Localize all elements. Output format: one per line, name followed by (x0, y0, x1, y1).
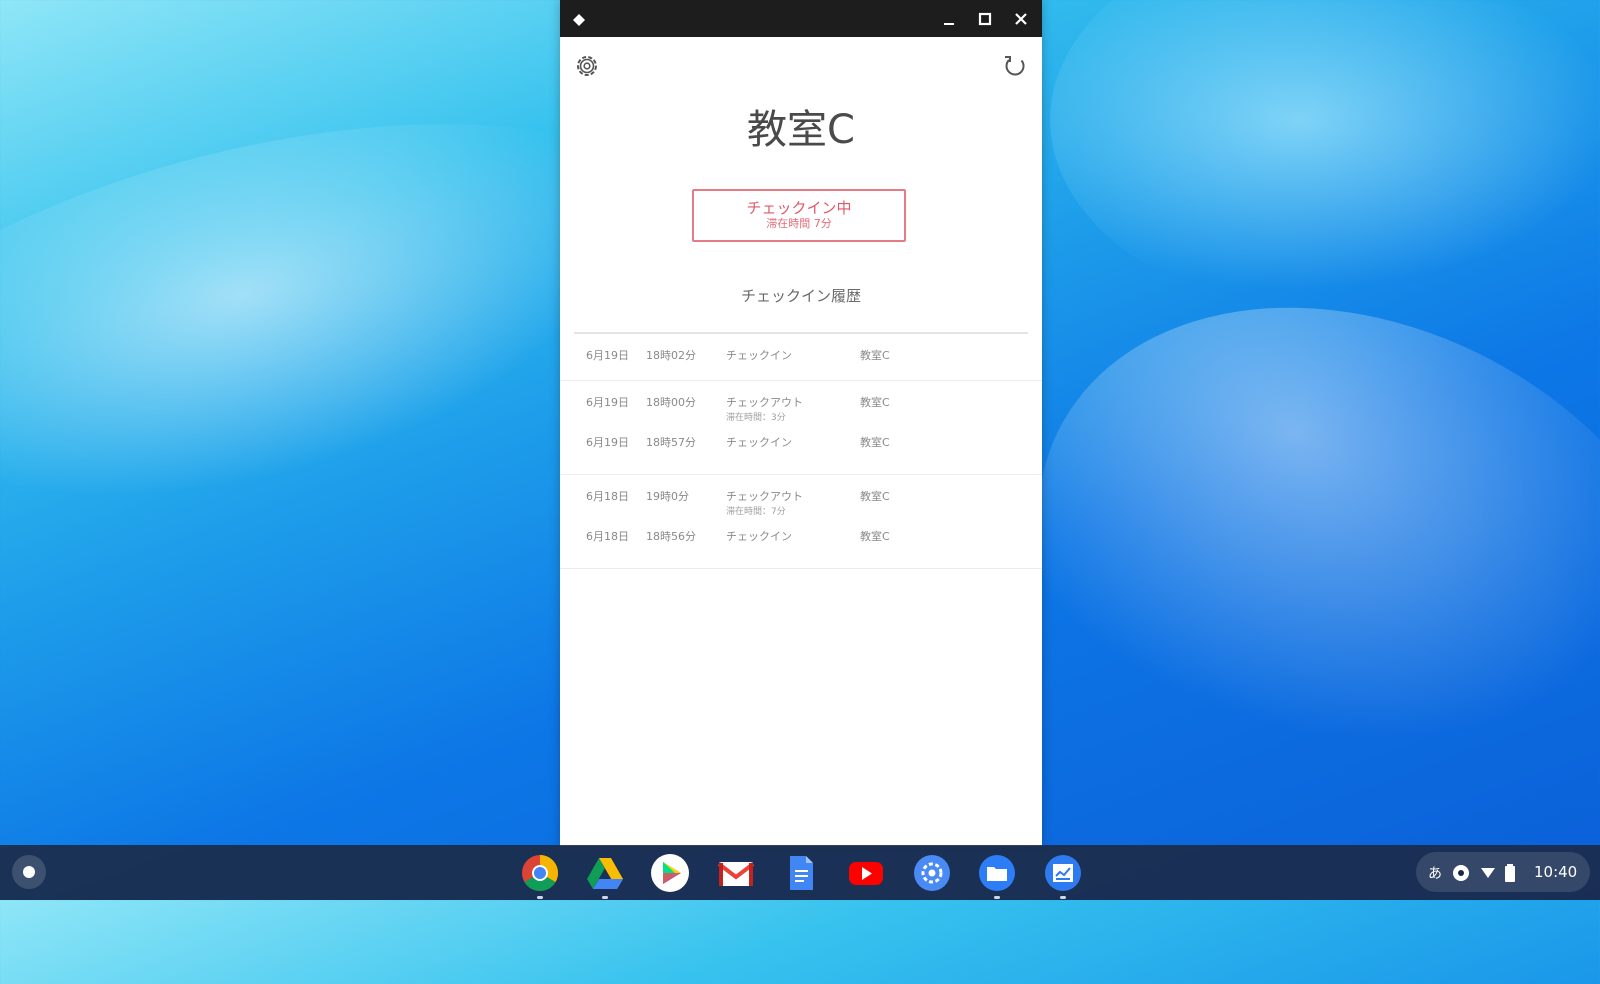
play-store-icon (651, 854, 689, 892)
history-action: チェックイン (726, 530, 792, 543)
history-group: 6月18日 19時0分 チェックアウト 教室C 滞在時間：7分 6月18日 18… (560, 475, 1042, 569)
files-icon (979, 855, 1015, 891)
history-action: チェックアウト (726, 490, 803, 503)
running-indicator (537, 896, 543, 899)
gear-icon (577, 56, 597, 76)
shelf-app-files[interactable] (977, 853, 1017, 899)
history-date: 6月18日 (586, 490, 629, 503)
history-duration: 滞在時間：7分 (726, 507, 786, 517)
history-date: 6月19日 (586, 436, 629, 449)
shelf-app-youtube[interactable] (846, 853, 886, 893)
history-room: 教室C (860, 436, 890, 449)
history-group: 6月19日 18時00分 チェックアウト 教室C 滞在時間：3分 6月19日 1… (560, 381, 1042, 475)
history-room: 教室C (860, 396, 890, 409)
shelf-app-drive[interactable] (585, 853, 625, 899)
shelf-app-checkin[interactable] (1043, 853, 1083, 899)
maximize-icon (978, 12, 992, 26)
clock: 10:40 (1534, 863, 1578, 881)
checkin-status-label: チェックイン中 (746, 199, 852, 217)
battery-icon (1504, 864, 1516, 886)
shelf-app-play-store[interactable] (650, 853, 690, 893)
running-indicator (994, 896, 1000, 899)
refresh-button[interactable] (1000, 51, 1030, 81)
checkin-status-button[interactable]: チェックイン中 滞在時間 7分 (692, 189, 906, 242)
history-room: 教室C (860, 490, 890, 503)
settings-icon (914, 855, 950, 891)
room-title: 教室C (747, 107, 855, 153)
running-indicator (602, 896, 608, 899)
history-row[interactable]: 6月18日 19時0分 チェックアウト 教室C 滞在時間：7分 (560, 489, 1042, 519)
chrome-icon (522, 855, 559, 892)
history-duration: 滞在時間：3分 (726, 413, 786, 423)
close-icon (1015, 13, 1027, 25)
minimize-icon (944, 23, 954, 25)
launcher-icon (23, 866, 35, 878)
history-room: 教室C (860, 530, 890, 543)
history-time: 19時0分 (646, 490, 689, 503)
history-action: チェックアウト (726, 396, 803, 409)
refresh-icon (1005, 56, 1025, 76)
status-tray[interactable]: あ 10:40 (1416, 852, 1590, 892)
shelf-app-gmail[interactable] (716, 853, 756, 893)
wifi-icon (1480, 864, 1496, 884)
history-row[interactable]: 6月18日 18時56分 チェックイン 教室C (560, 529, 1042, 559)
app-window: 教室C チェックイン中 滞在時間 7分 チェックイン履歴 6月19日 18時02… (560, 0, 1042, 846)
checkin-app-icon (1045, 855, 1081, 891)
gmail-icon (717, 862, 755, 886)
running-indicator (1060, 896, 1066, 899)
window-titlebar[interactable] (560, 0, 1042, 37)
app-icon (572, 12, 586, 26)
history-row[interactable]: 6月19日 18時57分 チェックイン 教室C (560, 435, 1042, 465)
ime-indicator: あ (1428, 866, 1442, 882)
wallpaper-highlight (1050, 0, 1600, 320)
history-time: 18時02分 (646, 349, 696, 362)
minimize-button[interactable] (936, 7, 962, 31)
history-title: チェックイン履歴 (740, 287, 861, 305)
history-time: 18時57分 (646, 436, 696, 449)
history-row[interactable]: 6月19日 18時02分 チェックイン 教室C (560, 348, 1042, 378)
history-date: 6月19日 (586, 349, 629, 362)
docs-icon (790, 856, 813, 890)
history-action: チェックイン (726, 349, 792, 362)
shelf-app-settings[interactable] (912, 853, 952, 893)
maximize-button[interactable] (972, 7, 998, 31)
history-action: チェックイン (726, 436, 792, 449)
shelf: あ 10:40 (0, 845, 1600, 900)
app-content: 教室C チェックイン中 滞在時間 7分 チェックイン履歴 6月19日 18時02… (560, 37, 1042, 846)
shelf-app-chrome[interactable] (520, 853, 560, 899)
account-icon (1452, 864, 1470, 886)
history-time: 18時00分 (646, 396, 696, 409)
stay-duration-label: 滞在時間 7分 (766, 217, 832, 230)
close-button[interactable] (1008, 7, 1034, 31)
history-date: 6月19日 (586, 396, 629, 409)
shelf-app-docs[interactable] (781, 853, 821, 893)
history-group: 6月19日 18時02分 チェックイン 教室C (560, 334, 1042, 381)
history-time: 18時56分 (646, 530, 696, 543)
history-room: 教室C (860, 349, 890, 362)
history-row[interactable]: 6月19日 18時00分 チェックアウト 教室C 滞在時間：3分 (560, 395, 1042, 425)
settings-button[interactable] (572, 51, 602, 81)
youtube-icon (849, 862, 883, 885)
history-date: 6月18日 (586, 530, 629, 543)
drive-icon (587, 858, 623, 889)
launcher-button[interactable] (12, 855, 46, 889)
